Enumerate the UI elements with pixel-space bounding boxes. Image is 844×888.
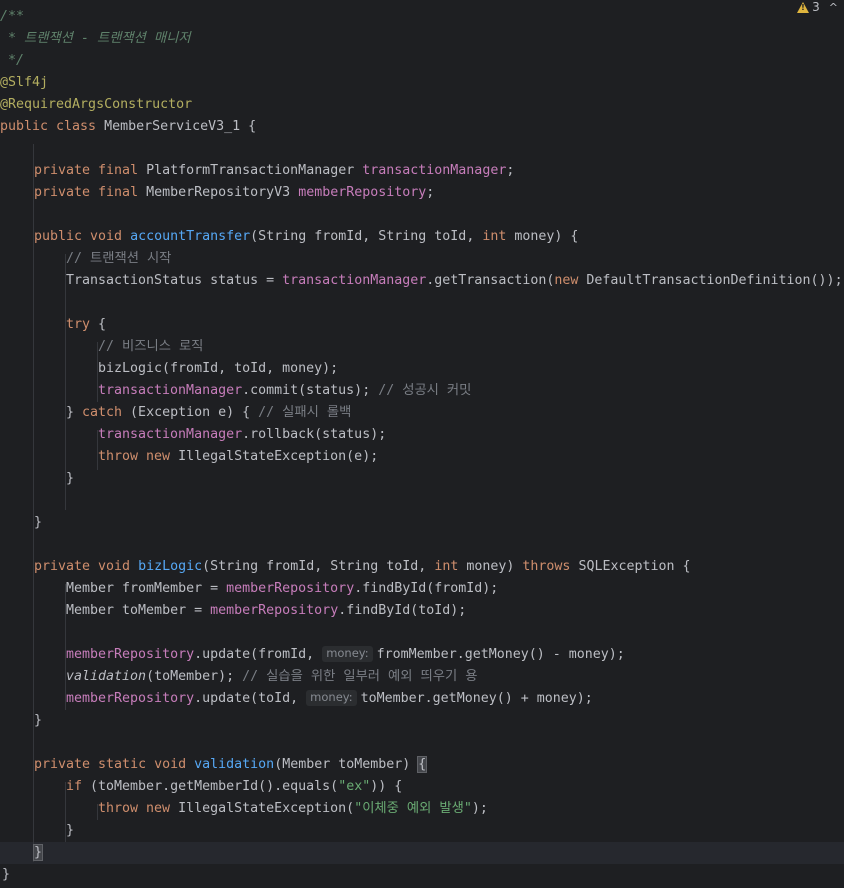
code-line: TransactionStatus status = transactionMa… [66,273,843,288]
current-line-highlight [0,842,844,864]
code-line: /** [0,9,25,24]
code-line: * 트랜잭션 - 트랜잭션 매니저 [0,31,191,46]
code-line: } catch (Exception e) { // 실패시 롤백 [66,405,352,420]
code-line: transactionManager.rollback(status); [98,427,387,442]
code-line: memberRepository.update(fromId, money: fr… [66,646,625,662]
code-line: // 트랜잭션 시작 [66,251,172,266]
code-line: } [66,823,75,838]
matched-brace: { [417,756,428,773]
parameter-hint: money: [322,646,373,662]
parameter-hint: money: [306,690,357,706]
code-line: } [32,842,44,864]
code-line: private final PlatformTransactionManager… [34,163,515,178]
code-line: private final MemberRepositoryV3 memberR… [34,185,435,200]
code-line: public class MemberServiceV3_1 { [0,119,257,134]
code-line: } [34,713,43,728]
code-line: Member toMember = memberRepository.findB… [66,603,467,618]
code-line: Member fromMember = memberRepository.fin… [66,581,499,596]
code-line: @RequiredArgsConstructor [0,97,193,112]
code-line: throw new IllegalStateException("이체중 예외 … [98,801,488,816]
warning-triangle-icon [797,1,810,13]
code-line: validation(toMember); // 실습을 위한 일부러 예외 띄… [66,669,478,684]
code-line: private static void validation(Member to… [34,756,428,773]
code-line: // 비즈니스 로직 [98,339,204,354]
code-editor[interactable]: 3 ^ /** * 트랜잭션 - 트랜잭션 매니저 */ @Slf4j @Req… [0,0,844,888]
code-line: private void bizLogic(String fromId, Str… [34,559,691,574]
code-line: try { [66,317,107,332]
code-line: } [2,867,11,882]
code-line: } [66,471,75,486]
code-line: throw new IllegalStateException(e); [98,449,379,464]
code-line: public void accountTransfer(String fromI… [34,229,579,244]
code-line: memberRepository.update(toId, money: toMe… [66,690,593,706]
code-line: if (toMember.getMemberId().equals("ex"))… [66,779,403,794]
warning-count: 3 [812,0,820,14]
inspection-widget[interactable]: 3 ^ [797,0,838,14]
code-line: } [34,515,43,530]
matched-brace: } [32,844,44,861]
chevron-up-icon[interactable]: ^ [829,1,838,14]
code-line: @Slf4j [0,75,49,90]
code-line: bizLogic(fromId, toId, money); [98,361,339,376]
code-line: */ [0,53,25,68]
code-line: transactionManager.commit(status); // 성공… [98,383,472,398]
